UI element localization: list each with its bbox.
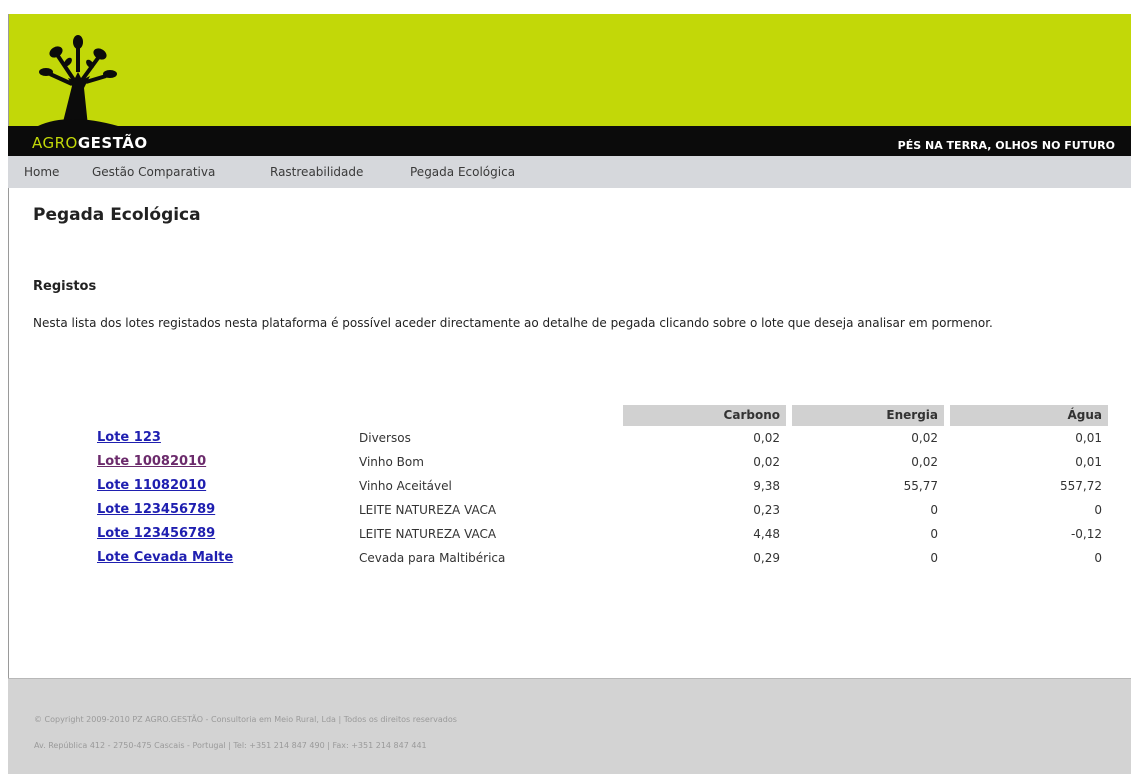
carbono-cell: 0,29 (753, 551, 780, 565)
agua-cell: 0,01 (1075, 431, 1102, 445)
agua-cell: 557,72 (1060, 479, 1102, 493)
energia-cell: 0 (930, 527, 938, 541)
energia-cell: 0,02 (911, 455, 938, 469)
column-header-energia: Energia (792, 405, 944, 426)
product-cell: Diversos (359, 431, 411, 445)
energia-cell: 55,77 (903, 479, 938, 493)
energia-cell: 0 (930, 503, 938, 517)
page-title: Pegada Ecológica (33, 205, 201, 225)
product-cell: Vinho Bom (359, 455, 424, 469)
column-header-carbono: Carbono (623, 405, 786, 426)
lot-link[interactable]: Lote Cevada Malte (97, 550, 233, 565)
footer-address: Av. República 412 - 2750-475 Cascais - P… (34, 741, 427, 750)
page: AGROGESTÃO PÉS NA TERRA, OLHOS NO FUTURO… (0, 0, 1131, 774)
column-header-agua: Água (950, 405, 1108, 426)
brand-prefix: AGRO (32, 134, 78, 152)
nav-item-rastreabilidade[interactable]: Rastreabilidade (270, 165, 363, 179)
nav-item-home[interactable]: Home (24, 165, 59, 179)
agua-cell: 0 (1094, 551, 1102, 565)
nav-item-pegada-ecologica[interactable]: Pegada Ecológica (410, 165, 515, 179)
product-cell: LEITE NATUREZA VACA (359, 503, 497, 517)
agua-cell: 0,01 (1075, 455, 1102, 469)
lot-link[interactable]: Lote 10082010 (97, 454, 206, 469)
carbono-cell: 0,02 (753, 455, 780, 469)
footer: © Copyright 2009-2010 PZ AGRO.GESTÃO - C… (8, 678, 1131, 774)
carbono-cell: 0,23 (753, 503, 780, 517)
footer-copyright: © Copyright 2009-2010 PZ AGRO.GESTÃO - C… (34, 715, 457, 724)
agua-cell: -0,12 (1070, 527, 1102, 541)
brand-suffix: GESTÃO (77, 134, 148, 152)
carbono-cell: 4,48 (753, 527, 780, 541)
energia-cell: 0 (930, 551, 938, 565)
intro-text: Nesta lista dos lotes registados nesta p… (33, 316, 993, 330)
slogan: PÉS NA TERRA, OLHOS NO FUTURO (897, 139, 1115, 152)
agua-cell: 0 (1094, 503, 1102, 517)
product-cell: LEITE NATUREZA VACA (359, 527, 497, 541)
carbono-cell: 9,38 (753, 479, 780, 493)
product-cell: Vinho Aceitável (359, 479, 452, 493)
section-title: Registos (33, 279, 97, 294)
energia-cell: 0,02 (911, 431, 938, 445)
lot-link[interactable]: Lote 123456789 (97, 526, 215, 541)
lot-link[interactable]: Lote 123456789 (97, 502, 215, 517)
brand-name: AGROGESTÃO (32, 134, 148, 152)
lot-link[interactable]: Lote 123 (97, 430, 161, 445)
nav-item-gestao-comparativa[interactable]: Gestão Comparativa (92, 165, 215, 179)
lot-link[interactable]: Lote 11082010 (97, 478, 206, 493)
carbono-cell: 0,02 (753, 431, 780, 445)
tree-logo-icon[interactable] (28, 26, 128, 126)
product-cell: Cevada para Maltibérica (359, 551, 506, 565)
